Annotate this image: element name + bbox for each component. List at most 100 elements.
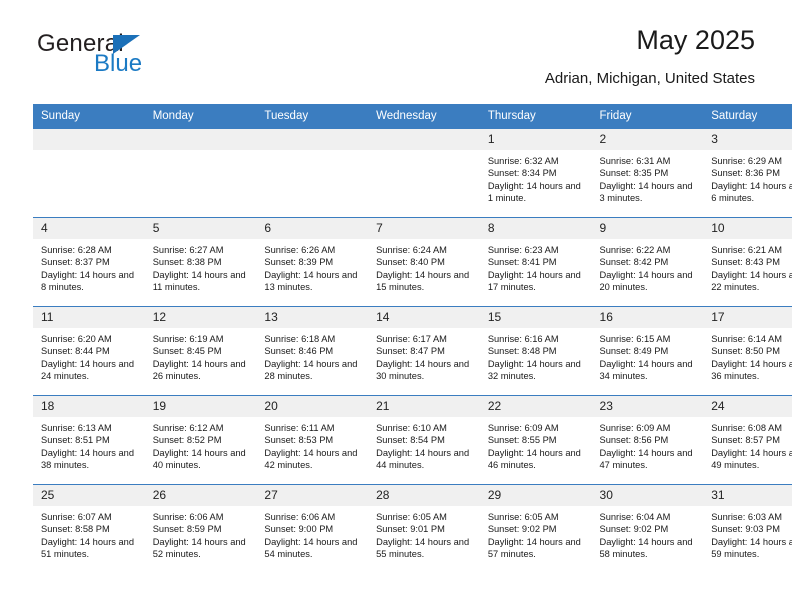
- calendar-day-cell[interactable]: 14 Sunrise: 6:17 AM Sunset: 8:47 PM Dayligh…: [368, 306, 480, 396]
- weekday-header-tuesday: Tuesday: [256, 104, 369, 129]
- day-details: Sunrise: 6:07 AM Sunset: 8:58 PM Daylight:…: [33, 506, 145, 561]
- daylight-duration: Daylight: 14 hours and 13 minutes.: [264, 269, 358, 293]
- sunset-time: Sunset: 8:54 PM: [376, 435, 445, 446]
- calendar-day-cell[interactable]: 9 Sunrise: 6:22 AM Sunset: 8:42 PM Daylight…: [591, 217, 704, 307]
- calendar-day-cell[interactable]: 17 Sunrise: 6:14 AM Sunset: 8:50 PM Dayligh…: [703, 306, 792, 396]
- day-number: 12: [144, 307, 257, 328]
- day-number: 17: [703, 307, 792, 328]
- day-number: [33, 129, 145, 150]
- calendar-day-cell[interactable]: 27 Sunrise: 6:06 AM Sunset: 9:00 PM Dayligh…: [256, 484, 369, 573]
- day-details: Sunrise: 6:32 AM Sunset: 8:34 PM Daylight:…: [480, 150, 592, 205]
- sunset-time: Sunset: 8:34 PM: [487, 168, 557, 179]
- sunrise-time: Sunrise: 6:27 AM: [152, 245, 224, 255]
- sunrise-time: Sunrise: 6:05 AM: [487, 512, 559, 522]
- sunset-time: Sunset: 8:37 PM: [41, 257, 110, 268]
- daylight-duration: Daylight: 14 hours and 1 minute.: [487, 180, 581, 204]
- day-details: Sunrise: 6:28 AM Sunset: 8:37 PM Daylight:…: [33, 239, 145, 294]
- calendar-day-cell[interactable]: 16 Sunrise: 6:15 AM Sunset: 8:49 PM Dayligh…: [591, 306, 704, 396]
- daylight-duration: Daylight: 14 hours and 3 minutes.: [599, 180, 693, 204]
- day-number: 20: [256, 396, 369, 417]
- sunrise-time: Sunrise: 6:09 AM: [599, 423, 671, 433]
- general-blue-logo[interactable]: General Blue: [37, 30, 267, 78]
- calendar-day-cell[interactable]: 26 Sunrise: 6:06 AM Sunset: 8:59 PM Dayligh…: [144, 484, 257, 573]
- calendar-day-cell[interactable]: 3 Sunrise: 6:29 AM Sunset: 8:36 PM Daylight…: [703, 128, 792, 218]
- day-number: 5: [144, 218, 257, 239]
- calendar-day-cell[interactable]: 13 Sunrise: 6:18 AM Sunset: 8:46 PM Dayligh…: [256, 306, 369, 396]
- day-number: 27: [256, 485, 369, 506]
- day-details: Sunrise: 6:20 AM Sunset: 8:44 PM Daylight:…: [33, 328, 145, 383]
- calendar-day-cell[interactable]: 10 Sunrise: 6:21 AM Sunset: 8:43 PM Dayligh…: [703, 217, 792, 307]
- day-details: Sunrise: 6:17 AM Sunset: 8:47 PM Daylight:…: [368, 328, 480, 383]
- calendar-day-cell[interactable]: 21 Sunrise: 6:10 AM Sunset: 8:54 PM Dayligh…: [368, 395, 480, 485]
- daylight-duration: Daylight: 14 hours and 15 minutes.: [376, 269, 470, 293]
- sunset-time: Sunset: 8:43 PM: [711, 257, 780, 268]
- calendar-day-cell[interactable]: 11 Sunrise: 6:20 AM Sunset: 8:44 PM Dayligh…: [33, 306, 145, 396]
- sunrise-time: Sunrise: 6:16 AM: [487, 334, 559, 344]
- sunset-time: Sunset: 8:50 PM: [711, 346, 780, 357]
- page-header: General Blue May 2025 Adrian, Michigan, …: [33, 0, 759, 87]
- calendar-day-cell[interactable]: 15 Sunrise: 6:16 AM Sunset: 8:48 PM Dayligh…: [479, 306, 592, 396]
- calendar-day-cell[interactable]: 12 Sunrise: 6:19 AM Sunset: 8:45 PM Dayligh…: [144, 306, 257, 396]
- calendar-day-cell[interactable]: 4 Sunrise: 6:28 AM Sunset: 8:37 PM Daylight…: [33, 217, 145, 307]
- calendar-day-cell[interactable]: 30 Sunrise: 6:04 AM Sunset: 9:02 PM Dayligh…: [591, 484, 704, 573]
- day-details: Sunrise: 6:27 AM Sunset: 8:38 PM Daylight:…: [145, 239, 257, 294]
- day-details: Sunrise: 6:24 AM Sunset: 8:40 PM Daylight:…: [368, 239, 480, 294]
- daylight-duration: Daylight: 14 hours and 55 minutes.: [376, 536, 470, 560]
- sunset-time: Sunset: 9:00 PM: [264, 524, 334, 535]
- daylight-duration: Daylight: 14 hours and 24 minutes.: [41, 358, 135, 382]
- sunrise-time: Sunrise: 6:07 AM: [41, 512, 112, 522]
- calendar-day-cell[interactable]: 18 Sunrise: 6:13 AM Sunset: 8:51 PM Dayligh…: [33, 395, 145, 485]
- calendar-day-cell[interactable]: 1 Sunrise: 6:32 AM Sunset: 8:34 PM Daylight…: [479, 128, 592, 218]
- calendar-page: General Blue May 2025 Adrian, Michigan, …: [0, 0, 792, 612]
- sunset-time: Sunset: 8:41 PM: [487, 257, 557, 268]
- calendar-day-cell[interactable]: 24 Sunrise: 6:08 AM Sunset: 8:57 PM Dayligh…: [703, 395, 792, 485]
- day-number: 24: [703, 396, 792, 417]
- calendar-week-row: 4 Sunrise: 6:28 AM Sunset: 8:37 PM Daylight…: [33, 217, 792, 307]
- calendar-week-row: 11 Sunrise: 6:20 AM Sunset: 8:44 PM Dayligh…: [33, 306, 792, 396]
- day-number: 23: [591, 396, 704, 417]
- weekday-header-thursday: Thursday: [479, 104, 592, 129]
- calendar-day-cell[interactable]: 31 Sunrise: 6:03 AM Sunset: 9:03 PM Dayligh…: [703, 484, 792, 573]
- calendar-day-cell-empty: [256, 128, 369, 218]
- sunset-time: Sunset: 8:53 PM: [264, 435, 334, 446]
- calendar-week-row: 1 Sunrise: 6:32 AM Sunset: 8:34 PM Daylight…: [33, 128, 792, 218]
- weekday-header-saturday: Saturday: [703, 104, 792, 129]
- day-number: 19: [144, 396, 257, 417]
- day-details: Sunrise: 6:26 AM Sunset: 8:39 PM Daylight:…: [256, 239, 368, 294]
- sunrise-time: Sunrise: 6:19 AM: [152, 334, 224, 344]
- day-number: 15: [479, 307, 592, 328]
- day-details: Sunrise: 6:08 AM Sunset: 8:57 PM Daylight:…: [703, 417, 792, 472]
- calendar-day-cell[interactable]: 8 Sunrise: 6:23 AM Sunset: 8:41 PM Daylight…: [479, 217, 592, 307]
- day-details: Sunrise: 6:18 AM Sunset: 8:46 PM Daylight:…: [256, 328, 368, 383]
- calendar-body: 1 Sunrise: 6:32 AM Sunset: 8:34 PM Daylight…: [33, 128, 792, 573]
- calendar-day-cell[interactable]: 7 Sunrise: 6:24 AM Sunset: 8:40 PM Daylight…: [368, 217, 480, 307]
- day-number: 21: [368, 396, 480, 417]
- daylight-duration: Daylight: 14 hours and 22 minutes.: [711, 269, 792, 293]
- daylight-duration: Daylight: 14 hours and 40 minutes.: [152, 447, 246, 471]
- calendar-day-cell[interactable]: 28 Sunrise: 6:05 AM Sunset: 9:01 PM Dayligh…: [368, 484, 480, 573]
- day-number: 7: [368, 218, 480, 239]
- sunrise-time: Sunrise: 6:06 AM: [264, 512, 336, 522]
- day-number: 25: [33, 485, 145, 506]
- sunset-time: Sunset: 8:51 PM: [41, 435, 110, 446]
- calendar-day-cell[interactable]: 2 Sunrise: 6:31 AM Sunset: 8:35 PM Daylight…: [591, 128, 704, 218]
- calendar-day-cell[interactable]: 19 Sunrise: 6:12 AM Sunset: 8:52 PM Dayligh…: [144, 395, 257, 485]
- day-details: Sunrise: 6:15 AM Sunset: 8:49 PM Daylight:…: [592, 328, 704, 383]
- day-number: [368, 129, 480, 150]
- calendar-day-cell[interactable]: 22 Sunrise: 6:09 AM Sunset: 8:55 PM Dayligh…: [479, 395, 592, 485]
- calendar-day-cell[interactable]: 25 Sunrise: 6:07 AM Sunset: 8:58 PM Dayligh…: [33, 484, 145, 573]
- calendar-day-cell-empty: [144, 128, 257, 218]
- day-number: 16: [591, 307, 704, 328]
- day-number: 9: [591, 218, 704, 239]
- calendar-day-cell[interactable]: 6 Sunrise: 6:26 AM Sunset: 8:39 PM Daylight…: [256, 217, 369, 307]
- day-number: 18: [33, 396, 145, 417]
- sunrise-sunset-calendar: Sunday Monday Tuesday Wednesday Thursday Frid…: [33, 104, 792, 573]
- calendar-day-cell[interactable]: 29 Sunrise: 6:05 AM Sunset: 9:02 PM Dayligh…: [479, 484, 592, 573]
- day-details: Sunrise: 6:04 AM Sunset: 9:02 PM Daylight:…: [592, 506, 704, 561]
- daylight-duration: Daylight: 14 hours and 51 minutes.: [41, 536, 135, 560]
- sunset-time: Sunset: 8:47 PM: [376, 346, 445, 357]
- calendar-day-cell[interactable]: 23 Sunrise: 6:09 AM Sunset: 8:56 PM Dayligh…: [591, 395, 704, 485]
- calendar-day-cell[interactable]: 5 Sunrise: 6:27 AM Sunset: 8:38 PM Daylight…: [144, 217, 257, 307]
- calendar-day-cell[interactable]: 20 Sunrise: 6:11 AM Sunset: 8:53 PM Dayligh…: [256, 395, 369, 485]
- daylight-duration: Daylight: 14 hours and 6 minutes.: [711, 180, 792, 204]
